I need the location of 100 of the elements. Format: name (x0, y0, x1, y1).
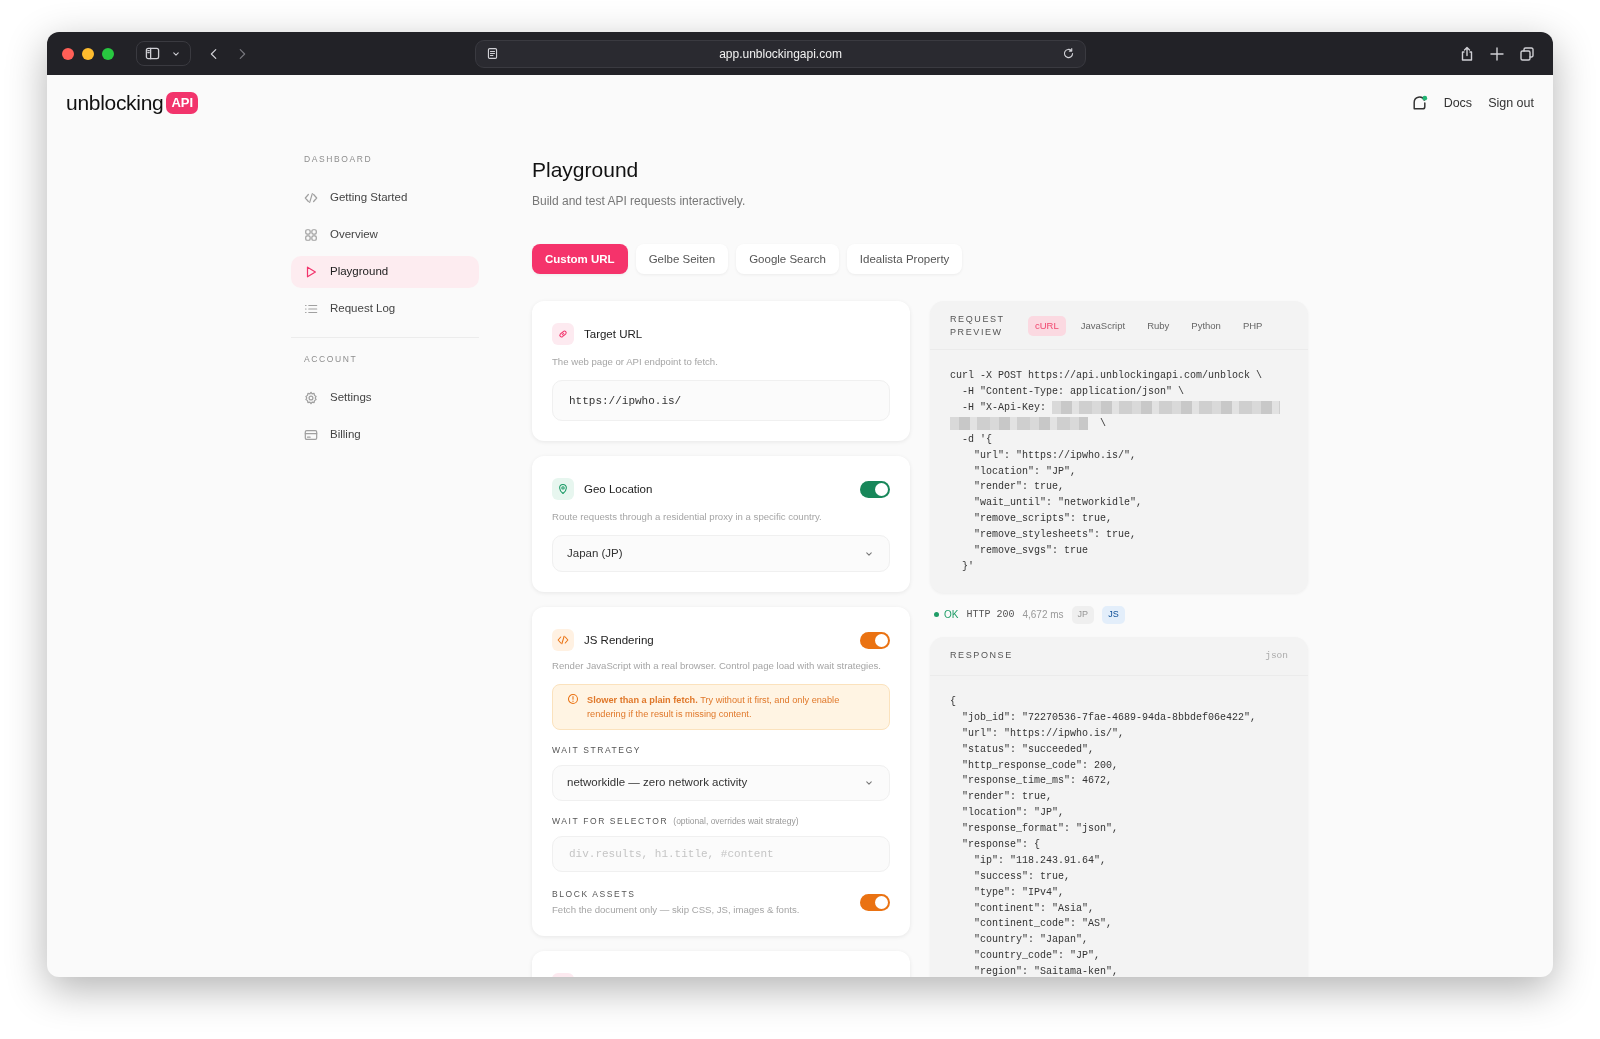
close-button[interactable] (62, 47, 74, 60)
new-tab-icon[interactable] (1489, 45, 1505, 62)
code-line: "remove_svgs": true (973, 545, 1089, 556)
reload-icon[interactable] (1062, 47, 1075, 60)
code-line: "country_code": "JP", (973, 949, 1102, 964)
section-label: DASHBOARD (303, 153, 374, 166)
code-line: "http_response_code": 200, (961, 758, 1120, 773)
code-line: "location": "JP", (973, 465, 1077, 477)
header-link[interactable]: Docs (1443, 93, 1473, 113)
code-line: "status": "succeeded", (961, 742, 1096, 757)
field-label: WAIT FOR SELECTOR (552, 814, 669, 828)
code-line: "remove_stylesheets": true, (973, 529, 1137, 541)
page-subtitle: Build and test API requests interactively. (532, 193, 747, 211)
share-icon[interactable] (1459, 45, 1475, 62)
code-line: "response": { (961, 838, 1041, 853)
logo-badge: API (166, 92, 199, 114)
code-line: "success": true, (973, 869, 1072, 884)
sidebar-item[interactable]: Getting Started (291, 181, 479, 214)
zoom-button[interactable] (102, 47, 114, 60)
wait-strategy-select[interactable]: networkidle — zero network activity (552, 764, 890, 801)
notification-icon[interactable] (1410, 94, 1428, 112)
panel-title: REQUEST PREVIEW (950, 313, 1006, 340)
code-line: -H "Content-Type: application/json" \ (961, 386, 1185, 398)
sidebar-item[interactable]: Playground (291, 255, 479, 288)
code-line: "url": "https://ipwho.is/", (973, 449, 1137, 461)
gear-icon (304, 390, 318, 405)
tag: JS (1102, 606, 1125, 624)
code-line: "response_time_ms": 4672, (961, 774, 1114, 789)
card-description: Route requests through a residential proxy in a specific country. (552, 510, 823, 524)
tab[interactable]: Gelbe Seiten (635, 244, 729, 275)
code-line: "continent": "Asia", (973, 901, 1096, 916)
toggle-switch[interactable] (860, 480, 890, 498)
tab[interactable]: Idealista Property (846, 244, 963, 275)
language-tab[interactable]: JavaScript (1073, 316, 1133, 337)
section-label: ACCOUNT (303, 352, 359, 366)
code-line: "location": "JP", (961, 806, 1066, 821)
field-hint: (optional, overrides wait strategy) (673, 814, 799, 828)
toggle-switch[interactable] (860, 893, 890, 911)
country-select[interactable]: Japan (JP) (552, 535, 890, 573)
sidebar-item[interactable]: Billing (291, 418, 479, 451)
play-icon (304, 264, 318, 279)
sidebar-item[interactable]: Overview (291, 218, 479, 251)
format-label: json (1265, 648, 1288, 663)
grid-icon (304, 227, 318, 242)
link-icon (557, 328, 569, 341)
sidebar-item[interactable]: Request Log (291, 292, 479, 325)
field-description: Fetch the document only — skip CSS, JS, images & fonts. (552, 903, 800, 917)
code-line: "remove_scripts": true, (973, 513, 1113, 525)
status-label: OK (944, 608, 959, 623)
code-line: "url": "https://ipwho.is/", (961, 726, 1126, 741)
language-tab[interactable]: Python (1184, 316, 1228, 337)
code-line: "render": true, (961, 790, 1054, 805)
code-line: "country": "Japan", (973, 933, 1090, 948)
card-title: Geo Location (584, 481, 653, 497)
code-line: "type": "IPv4", (973, 885, 1066, 900)
sidebar-item[interactable]: Settings (291, 381, 479, 414)
sidebar-toggle-button[interactable] (136, 41, 191, 66)
pin-icon (557, 483, 569, 496)
code-line: "render": true, (973, 481, 1065, 493)
code-icon (557, 634, 569, 647)
http-status: HTTP 200 (966, 608, 1015, 623)
status-dot (934, 612, 939, 618)
tag: JP (1071, 606, 1095, 624)
card-icon (304, 427, 318, 442)
field-label: BLOCK ASSETS (552, 887, 637, 901)
tab[interactable]: Google Search (736, 244, 839, 275)
card-title: JS Rendering (584, 632, 654, 648)
code-line: { (950, 695, 957, 709)
code-line: curl -X POST https://api.unblockingapi.com/unblock \ (950, 370, 1263, 382)
code-line: "wait_until": "networkidle", (973, 497, 1143, 509)
warning-text: Slower than a plain fetch. Try without it first, and only enable rendering if the result is missing content. (587, 694, 841, 722)
code-icon (304, 190, 318, 205)
card-title: Target URL (584, 326, 643, 342)
field-label: WAIT STRATEGY (552, 744, 643, 757)
language-tab[interactable]: Ruby (1140, 316, 1177, 337)
toggle-switch[interactable] (860, 631, 890, 649)
code-line: "job_id": "72270536-7fae-4689-94da-8bbdef06e422", (961, 710, 1258, 725)
url-input[interactable]: https://ipwho.is/ (552, 380, 890, 422)
tabs-icon[interactable] (1519, 45, 1535, 62)
address-bar[interactable]: app.unblockingapi.com (475, 39, 1086, 68)
response-time: 4,672 ms (1022, 608, 1064, 623)
code-line: -H "X-Api-Key: (961, 401, 1047, 413)
logo-text: unblocking (66, 90, 164, 117)
code-line: "continent_code": "AS", (973, 917, 1114, 932)
page-title: Playground (532, 157, 640, 183)
alert-icon (567, 693, 579, 706)
tab[interactable]: Custom URL (532, 244, 628, 275)
code-line: "ip": "118.243.91.64", (973, 853, 1108, 868)
header-link[interactable]: Sign out (1488, 93, 1534, 113)
card-description: The web page or API endpoint to fetch. (552, 355, 719, 369)
code-line: }' (961, 560, 974, 572)
page-icon (486, 47, 499, 60)
language-tab[interactable]: PHP (1235, 316, 1270, 337)
code-line: \ (1100, 417, 1106, 429)
panel-title: RESPONSE (950, 648, 1013, 662)
minimize-button[interactable] (82, 47, 94, 60)
card-description: Render JavaScript with a real browser. Control page load with wait strategies. (552, 659, 882, 673)
code-line: "region": "Saitama-ken", (973, 965, 1120, 977)
code-line: "response_format": "json", (961, 822, 1120, 837)
code-line: -d '{ (961, 433, 992, 445)
